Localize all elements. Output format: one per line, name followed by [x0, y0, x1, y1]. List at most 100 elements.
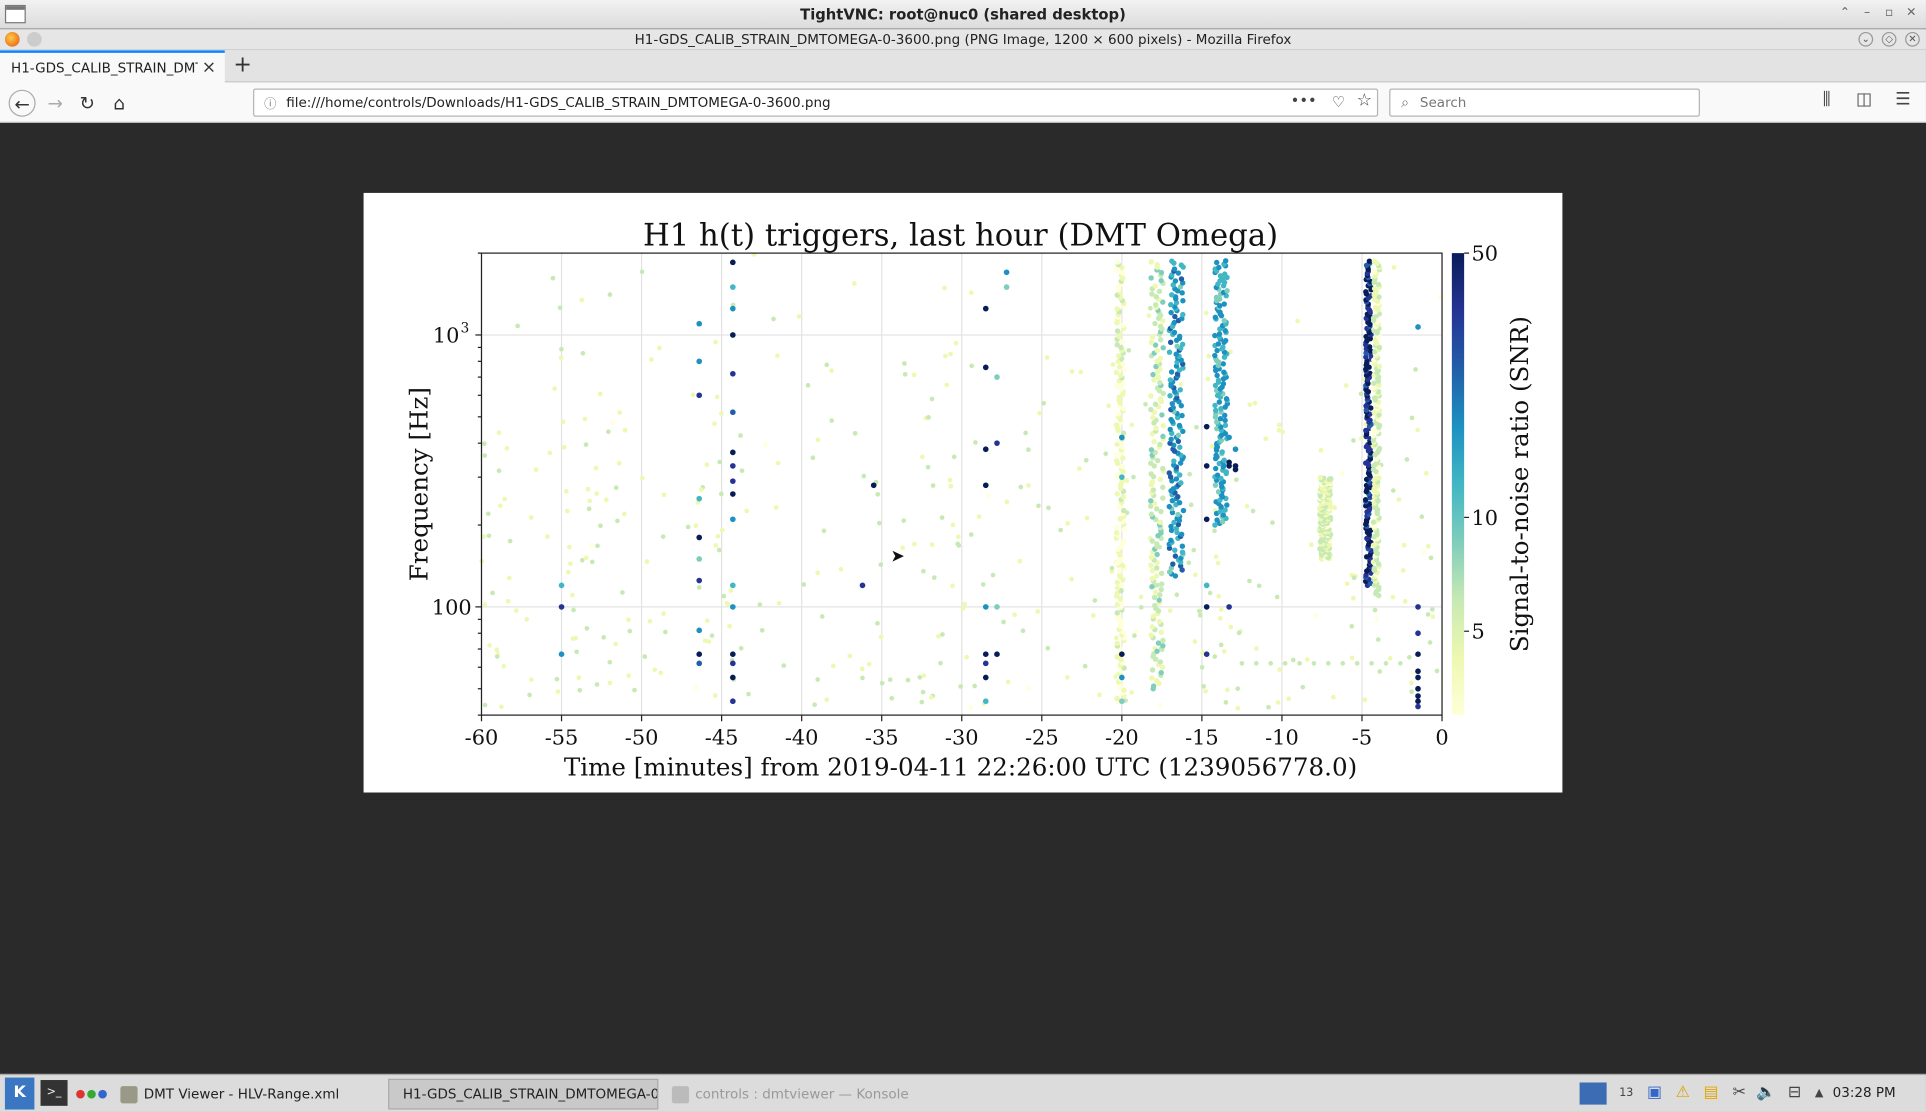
site-info-icon[interactable]: ⓘ: [254, 93, 286, 112]
task-konsole[interactable]: controls : dmtviewer — Konsole: [665, 1079, 911, 1110]
trigger-point: [583, 555, 589, 561]
trigger-point: [730, 478, 736, 484]
pocket-icon[interactable]: ♡: [1332, 93, 1345, 110]
tab-close-icon[interactable]: ×: [202, 58, 216, 78]
url-bar[interactable]: ⓘ file:///home/controls/Downloads/H1-GDS…: [253, 88, 1379, 117]
network-manager-icon[interactable]: ▣: [1643, 1082, 1665, 1104]
task-dmt-viewer[interactable]: DMT Viewer - HLV-Range.xml: [113, 1079, 381, 1110]
trigger-point: [738, 433, 743, 438]
window-shade-icon[interactable]: ⌃: [1838, 6, 1853, 21]
trigger-point: [968, 290, 974, 295]
trigger-point: [1349, 655, 1355, 661]
trigger-point: [1270, 520, 1275, 525]
firefox-window-title: H1-GDS_CALIB_STRAIN_DMTOMEGA-0-3600.png …: [634, 31, 1292, 48]
tray-badge[interactable]: 13: [1615, 1082, 1637, 1104]
firefox-close-icon[interactable]: ✕: [1905, 31, 1920, 47]
trigger-point: [490, 590, 495, 596]
trigger-point: [1415, 698, 1421, 705]
trigger-point: [929, 542, 935, 547]
volume-icon[interactable]: 🔈: [1755, 1082, 1777, 1104]
x-tick-label: -5: [1352, 726, 1372, 750]
page-actions-icon[interactable]: •••: [1291, 92, 1317, 109]
trigger-point: [1216, 399, 1223, 405]
trigger-point: [947, 477, 953, 483]
trigger-point: [1217, 616, 1223, 621]
tray-expand-icon[interactable]: ▲: [1808, 1082, 1830, 1104]
back-icon[interactable]: ←: [8, 89, 36, 117]
scissors-icon[interactable]: ✂: [1728, 1082, 1750, 1104]
new-tab-icon[interactable]: +: [233, 52, 252, 78]
desktop-pager-icon[interactable]: [1579, 1082, 1607, 1105]
trigger-point: [1114, 383, 1120, 389]
menu-hamburger-icon[interactable]: ☰: [1895, 90, 1910, 110]
trigger-point: [1003, 284, 1010, 290]
library-icon[interactable]: ⫼: [1823, 90, 1831, 110]
network-icon[interactable]: ⊟: [1783, 1082, 1805, 1104]
trigger-point: [1216, 264, 1222, 271]
trigger-point: [730, 582, 736, 589]
red-dot-icon: [76, 1089, 85, 1099]
trigger-point: [1168, 416, 1174, 423]
trigger-point: [1217, 415, 1224, 422]
trigger-point: [558, 604, 565, 610]
trigger-point: [607, 680, 613, 686]
firefox-maximize-icon[interactable]: ◇: [1881, 31, 1897, 47]
notifications-icon[interactable]: ⚠: [1672, 1082, 1694, 1104]
trigger-point: [1177, 444, 1183, 450]
trigger-point: [1168, 537, 1174, 543]
trigger-point: [950, 583, 955, 589]
trigger-point: [1178, 262, 1185, 268]
trigger-point: [1171, 266, 1178, 272]
clipboard-icon[interactable]: ▤: [1700, 1082, 1722, 1104]
trigger-point: [1169, 258, 1175, 264]
trigger-point: [1172, 313, 1178, 320]
trigger-point: [730, 332, 736, 338]
kde-menu-icon[interactable]: K: [4, 1077, 35, 1110]
trigger-point: [719, 527, 725, 533]
trigger-point: [1212, 407, 1219, 414]
forward-icon[interactable]: →: [42, 90, 69, 117]
trigger-point: [1157, 702, 1162, 708]
trigger-point: [1160, 422, 1167, 429]
window-menu-icon[interactable]: [27, 31, 42, 47]
trigger-point: [847, 653, 853, 659]
trigger-point: [1156, 288, 1163, 295]
url-text[interactable]: file:///home/controls/Downloads/H1-GDS_C…: [286, 95, 830, 111]
window-close-icon[interactable]: ✕: [1904, 6, 1919, 21]
trigger-point: [852, 430, 858, 436]
trigger-point: [567, 544, 572, 550]
x-tick-label: -20: [1105, 726, 1139, 750]
trigger-point: [1167, 393, 1173, 399]
trigger-point: [1209, 444, 1215, 449]
trigger-point: [1176, 333, 1183, 340]
trigger-point: [1177, 387, 1183, 393]
trigger-point: [557, 305, 563, 311]
navigation-toolbar: ← → ↻ ⌂ ⓘ file:///home/controls/Download…: [0, 82, 1926, 123]
trigger-point: [1213, 259, 1220, 266]
home-icon[interactable]: ⌂: [106, 90, 133, 117]
trigger-point: [524, 617, 530, 622]
window-maximize-icon[interactable]: ▫: [1882, 6, 1897, 21]
trigger-point: [1221, 317, 1227, 324]
terminal-icon[interactable]: >_: [40, 1080, 68, 1106]
tab-png-image[interactable]: H1-GDS_CALIB_STRAIN_DMTOMEGA-0-3600.png …: [0, 50, 225, 84]
trigger-point: [1152, 589, 1159, 595]
trigger-point: [1148, 498, 1154, 504]
trigger-point: [905, 677, 911, 683]
firefox-minimize-icon[interactable]: ⌄: [1858, 31, 1874, 47]
window-minimize-icon[interactable]: –: [1860, 6, 1875, 21]
bookmark-star-icon[interactable]: ☆: [1357, 91, 1372, 111]
search-bar[interactable]: ⌕ Search: [1389, 88, 1700, 117]
task-firefox[interactable]: H1-GDS_CALIB_STRAIN_DMTOMEGA-0-3600: [388, 1078, 659, 1110]
trigger-point: [948, 483, 954, 489]
trigger-point: [1218, 642, 1224, 648]
trigger-point: [1106, 403, 1111, 409]
trigger-point: [866, 661, 872, 667]
vnc-window-icon: [4, 4, 26, 24]
trigger-point: [1387, 656, 1393, 661]
trigger-point: [1149, 624, 1155, 630]
reload-icon[interactable]: ↻: [74, 90, 101, 117]
trigger-point: [1058, 527, 1063, 533]
trigger-point: [1159, 581, 1165, 587]
sidebar-icon[interactable]: ◫: [1856, 90, 1872, 110]
